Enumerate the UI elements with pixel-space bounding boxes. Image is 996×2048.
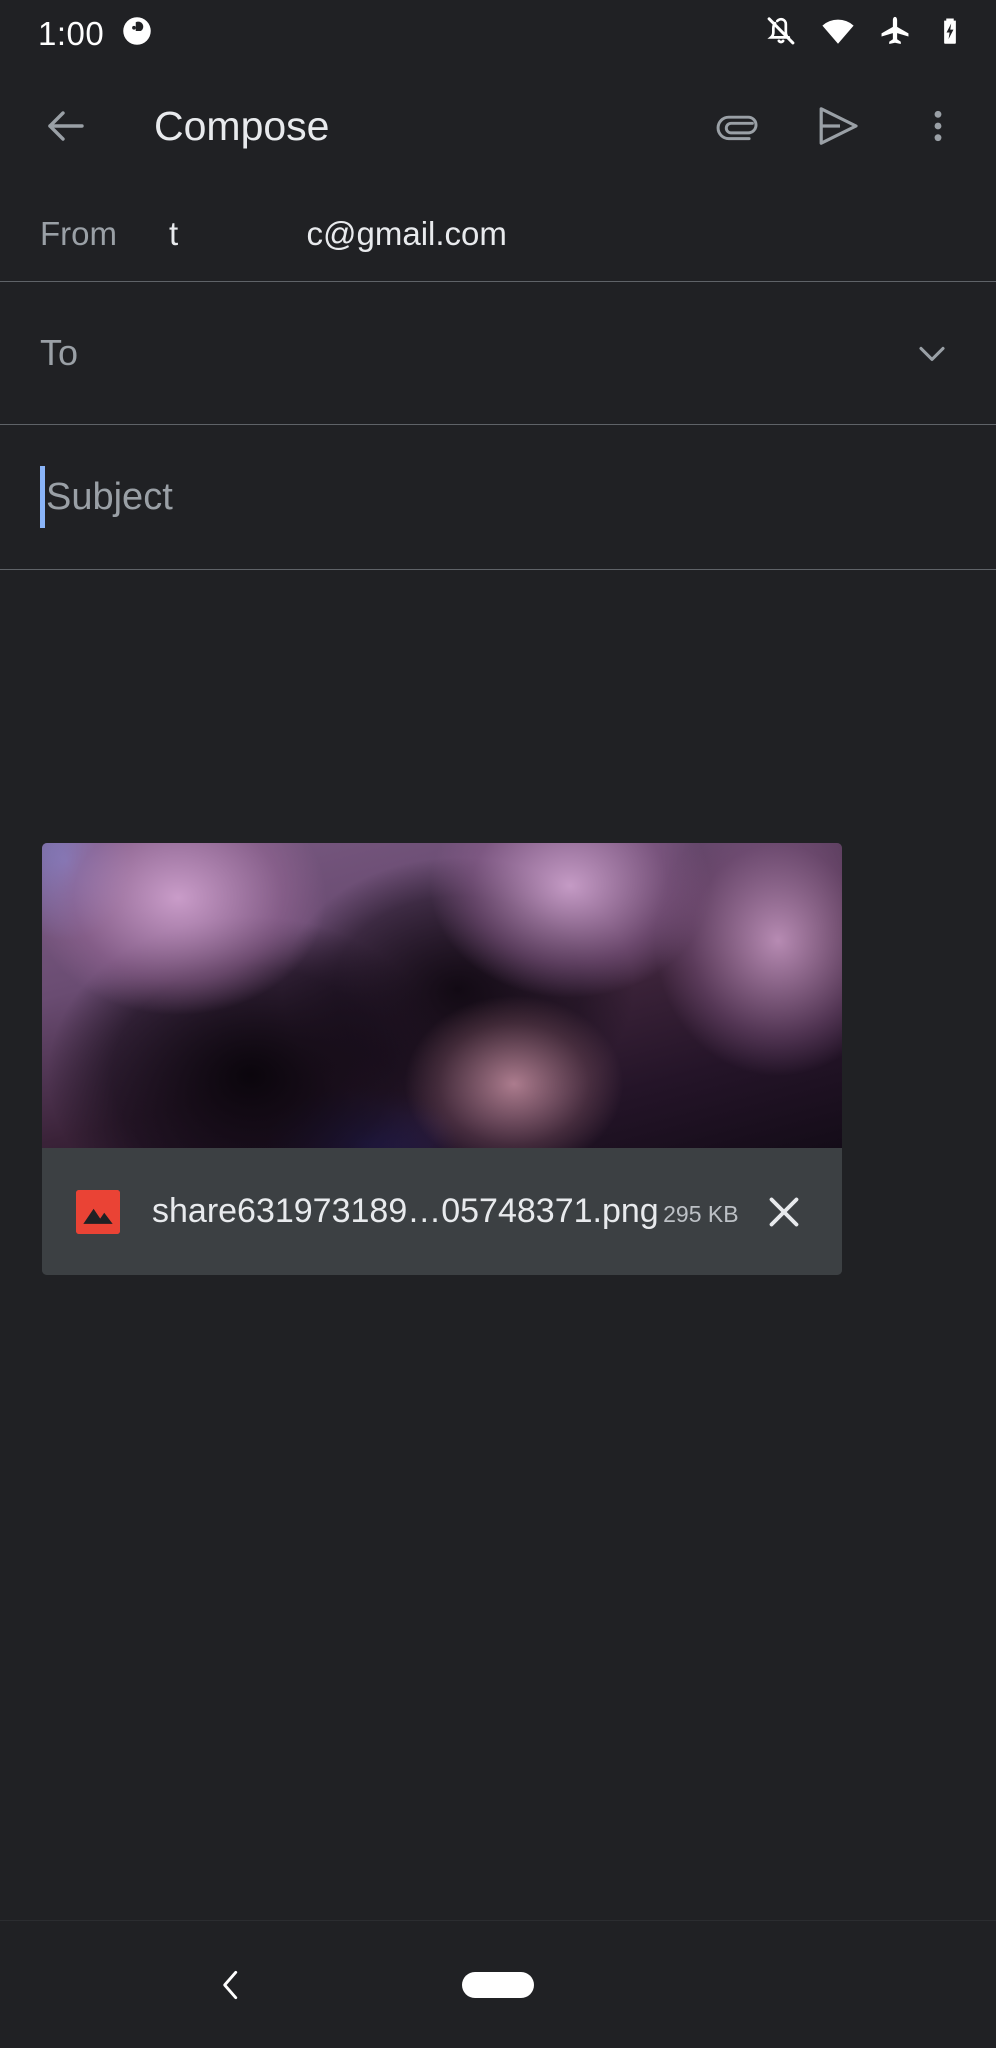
from-value: t c@gmail.com: [169, 215, 507, 252]
text-caret: [40, 466, 45, 528]
notifications-off-icon: [764, 14, 798, 53]
status-time: 1:00: [38, 14, 105, 52]
image-file-icon: [76, 1189, 120, 1234]
status-bar: 1:00: [0, 0, 996, 66]
message-body-area[interactable]: share631973189…05748371.png 295 KB: [0, 633, 996, 1920]
notification-badge-icon: [122, 16, 152, 51]
nav-home-indicator[interactable]: [462, 1971, 534, 1998]
send-button[interactable]: [802, 90, 874, 162]
subject-placeholder: Subject: [46, 476, 173, 518]
remove-attachment-button[interactable]: [752, 1180, 816, 1244]
attachment-file-name: share631973189…05748371.png: [152, 1192, 659, 1231]
to-placeholder: To: [40, 332, 79, 373]
battery-charging-icon: [934, 15, 966, 52]
attachment-card[interactable]: share631973189…05748371.png 295 KB: [42, 843, 842, 1275]
chevron-down-icon[interactable]: [902, 323, 962, 383]
compose-header-fields: From t c@gmail.com To Subject: [0, 186, 996, 570]
attachment-info-bar: share631973189…05748371.png 295 KB: [42, 1148, 842, 1275]
subject-field[interactable]: Subject: [0, 425, 996, 570]
wifi-icon: [820, 13, 856, 54]
appbar-actions: [702, 90, 974, 162]
airplane-mode-icon: [878, 14, 912, 53]
nav-back-button[interactable]: [196, 1950, 266, 2020]
attachment-file-size: 295 KB: [663, 1201, 739, 1228]
from-row[interactable]: From t c@gmail.com: [0, 186, 996, 282]
status-left-icons: [122, 16, 152, 51]
app-bar: Compose: [0, 66, 996, 186]
more-options-button[interactable]: [902, 90, 974, 162]
compose-screen: 1:00 Compose From t c@gmail.com To Subje…: [0, 0, 996, 2048]
page-title: Compose: [154, 102, 330, 149]
back-button[interactable]: [30, 90, 102, 162]
attachment-meta: share631973189…05748371.png 295 KB: [152, 1192, 742, 1230]
system-navigation-bar: [0, 1920, 996, 2048]
to-field[interactable]: To: [0, 282, 996, 425]
attach-button[interactable]: [702, 90, 774, 162]
attachment-preview-image[interactable]: [42, 843, 842, 1148]
status-right-icons: [764, 13, 966, 54]
from-label: From: [40, 215, 117, 252]
